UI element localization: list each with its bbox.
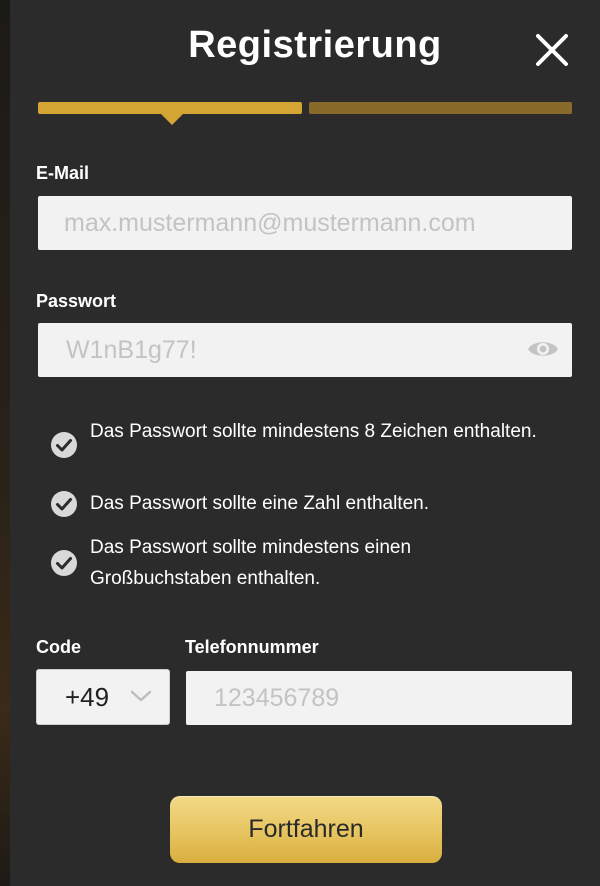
close-button[interactable] <box>532 30 572 70</box>
chevron-down-icon <box>130 690 152 702</box>
step-1-bar <box>38 102 302 114</box>
eye-icon <box>528 342 558 356</box>
code-label: Code <box>36 637 81 657</box>
close-icon <box>536 34 568 66</box>
password-rule-text: Das Passwort sollte mindestens einen Gro… <box>90 537 412 589</box>
password-input[interactable] <box>38 323 572 377</box>
password-field-wrapper <box>38 323 572 377</box>
email-field-wrapper <box>38 196 572 250</box>
check-circle-icon <box>51 550 77 576</box>
phone-number-input[interactable] <box>186 671 572 725</box>
password-visibility-toggle[interactable] <box>526 337 560 361</box>
step-progress <box>38 102 572 125</box>
active-step-pointer <box>161 114 183 125</box>
country-code-value: +49 <box>65 682 110 712</box>
phone-number-label: Telefonnummer <box>185 637 319 657</box>
continue-button[interactable]: Fortfahren <box>170 796 442 863</box>
email-input[interactable] <box>38 196 572 250</box>
check-circle-icon <box>51 432 77 458</box>
step-2-bar <box>309 102 572 114</box>
registration-modal: Registrierung E-Mail Passwort <box>10 0 600 886</box>
check-circle-icon <box>51 491 77 517</box>
country-code-select[interactable]: +49 <box>36 669 170 725</box>
password-label: Passwort <box>36 291 117 311</box>
password-rule-text: Das Passwort sollte eine Zahl enthalten. <box>90 493 430 514</box>
modal-title: Registrierung <box>188 24 442 66</box>
password-rule-text: Das Passwort sollte mindestens 8 Zeichen… <box>90 421 537 442</box>
email-label: E-Mail <box>36 163 90 183</box>
phone-field-wrapper <box>186 671 572 725</box>
